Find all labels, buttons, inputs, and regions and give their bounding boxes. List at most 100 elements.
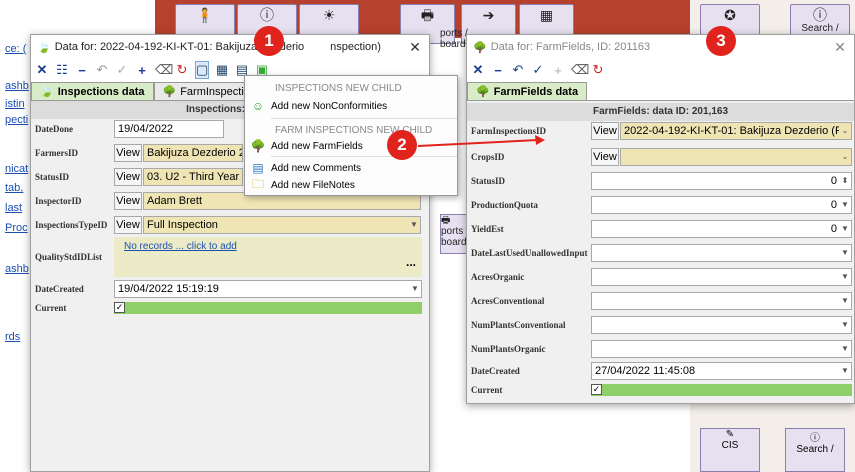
- refresh-icon[interactable]: ↻: [175, 62, 189, 78]
- num-plants-conventional-field[interactable]: ▼: [591, 316, 852, 334]
- info-icon: ⓘ: [813, 7, 827, 23]
- row-num-plants-organic: NumPlantsOrganic: [467, 339, 546, 359]
- yield-est-label: YieldEst: [471, 224, 504, 234]
- inspections-type-view-button[interactable]: View: [114, 216, 142, 234]
- search-button-bottom[interactable]: ⓘ Search /: [785, 428, 845, 472]
- spinner-icon[interactable]: ⬍: [839, 173, 851, 189]
- yield-est-field[interactable]: 0 ▼: [591, 220, 852, 238]
- acres-organic-label: AcresOrganic: [471, 272, 525, 282]
- date-created-field[interactable]: 19/04/2022 15:19:19 ▼: [114, 280, 422, 298]
- menu-add-farmfields[interactable]: 🌳 Add new FarmFields: [245, 136, 457, 156]
- row-farmers-id: FarmersID: [31, 143, 78, 163]
- farmfields-dialog: 🌳 Data for: FarmFields, ID: 201163 ✕ ✕ −…: [466, 34, 855, 404]
- inspector-view-button[interactable]: View: [114, 192, 142, 210]
- bg-link-9[interactable]: ashb: [5, 263, 29, 275]
- app-icon: 🍃: [37, 41, 51, 54]
- farmers-view-button[interactable]: View: [114, 144, 142, 162]
- chevron-down-icon[interactable]: ▼: [408, 217, 420, 233]
- eraser-icon[interactable]: ⌫: [571, 62, 589, 78]
- chevron-down-icon[interactable]: ⌄: [839, 123, 851, 139]
- print-icon: 🖶: [441, 215, 451, 226]
- bg-link-5[interactable]: nicat: [5, 163, 28, 175]
- chevron-down-icon[interactable]: ⌄: [839, 149, 851, 165]
- chevron-down-icon[interactable]: ▼: [839, 197, 851, 213]
- close-icon[interactable]: ✕: [826, 39, 854, 56]
- bg-link-6[interactable]: tab,: [5, 182, 23, 194]
- inspection-dialog-titlebar: 🍃 Data for: 2022-04-192-KI-KT-01: Bakiju…: [31, 35, 429, 59]
- close-icon[interactable]: ✕: [401, 39, 429, 56]
- current-checkbox[interactable]: ✓: [114, 302, 125, 313]
- cis-button[interactable]: ✎ CIS: [700, 428, 760, 472]
- num-plants-organic-field[interactable]: ▼: [591, 340, 852, 358]
- undo-icon[interactable]: ↶: [95, 62, 109, 78]
- list-icon[interactable]: ☷: [55, 62, 69, 78]
- chevron-down-icon[interactable]: ▼: [839, 221, 851, 237]
- current-checkbox[interactable]: ✓: [591, 384, 602, 395]
- minus-icon[interactable]: −: [491, 63, 505, 78]
- folder-icon: 🗀: [251, 176, 264, 191]
- bg-link-7[interactable]: last: [5, 202, 22, 214]
- farmfields-header: FarmFields: data ID: 201,163: [467, 103, 854, 121]
- acres-conventional-field[interactable]: ▼: [591, 292, 852, 310]
- row-farm-inspections-id: FarmInspectionsID: [467, 121, 546, 141]
- chevron-down-icon[interactable]: ▼: [409, 281, 421, 297]
- bg-link-10[interactable]: rds: [5, 331, 20, 343]
- tree-icon: 🌳: [250, 139, 266, 153]
- row-acres-organic: AcresOrganic: [467, 267, 524, 287]
- status-id-spinner[interactable]: 0 ⬍: [591, 172, 852, 190]
- tab-farmfields-data[interactable]: 🌳 FarmFields data: [467, 82, 588, 100]
- menu-add-filenotes[interactable]: 🗀 Add new FileNotes: [245, 175, 457, 195]
- row-date-done: DateDone: [31, 119, 73, 139]
- production-quota-field[interactable]: 0 ▼: [591, 196, 852, 214]
- eraser-icon[interactable]: ⌫: [155, 62, 173, 78]
- minus-icon[interactable]: −: [75, 63, 89, 78]
- tree-icon: 🌳: [473, 41, 487, 54]
- tab-inspections-data[interactable]: 🍃 Inspections data: [31, 82, 154, 100]
- bg-link-1[interactable]: ce: (: [5, 43, 26, 55]
- menu-separator: [271, 156, 457, 157]
- chevron-down-icon[interactable]: ▼: [839, 269, 851, 285]
- bg-link-4[interactable]: pecti: [5, 114, 28, 126]
- plus-icon[interactable]: +: [135, 63, 149, 78]
- delete-icon[interactable]: ✕: [35, 62, 49, 78]
- status-id-label: StatusID: [35, 172, 70, 182]
- crops-id-field[interactable]: ⌄: [620, 148, 852, 166]
- more-options-icon[interactable]: ...: [406, 255, 416, 269]
- quality-std-list[interactable]: No records ... click to add ...: [114, 237, 422, 277]
- status-id-field[interactable]: 03. U2 - Third Year Or: [143, 168, 243, 186]
- chevron-down-icon[interactable]: ▼: [839, 317, 851, 333]
- farm-inspections-id-field[interactable]: 2022-04-192-KI-KT-01: Bakijuza Dezderio …: [620, 122, 852, 140]
- grid-icon[interactable]: ▦: [215, 62, 229, 78]
- status-view-button[interactable]: View: [114, 168, 142, 186]
- bg-link-3[interactable]: istin: [5, 98, 25, 110]
- leaf-icon: 🍃: [40, 86, 54, 98]
- date-last-used-field[interactable]: ▼: [591, 244, 852, 262]
- current-label: Current: [471, 385, 503, 395]
- plus-icon[interactable]: +: [551, 63, 565, 78]
- crops-view-button[interactable]: View: [591, 148, 619, 166]
- chevron-down-icon[interactable]: ▼: [839, 293, 851, 309]
- acres-organic-field[interactable]: ▼: [591, 268, 852, 286]
- delete-icon[interactable]: ✕: [471, 62, 485, 78]
- quality-std-add-link[interactable]: No records ... click to add: [124, 241, 237, 252]
- chevron-down-icon[interactable]: ▼: [839, 341, 851, 357]
- bg-link-8[interactable]: Proc: [5, 222, 28, 234]
- bg-link-2[interactable]: ashb: [5, 80, 29, 92]
- inspections-type-field[interactable]: Full Inspection ▼: [143, 216, 421, 234]
- new-child-icon[interactable]: ▢: [195, 61, 209, 79]
- info-icon: ⓘ: [260, 7, 274, 23]
- menu-add-nonconformities[interactable]: ☺ Add new NonConformities: [245, 96, 457, 116]
- date-last-used-label: DateLastUsedUnallowedInput: [471, 248, 588, 258]
- refresh-icon[interactable]: ↻: [591, 62, 605, 78]
- row-acres-conventional: AcresConventional: [467, 291, 544, 311]
- undo-icon[interactable]: ↶: [511, 62, 525, 78]
- date-done-field[interactable]: 19/04/2022: [114, 120, 224, 138]
- chevron-down-icon[interactable]: ▼: [839, 363, 851, 379]
- chevron-down-icon[interactable]: ▼: [839, 245, 851, 261]
- date-created-field[interactable]: 27/04/2022 11:45:08 ▼: [591, 362, 852, 380]
- farm-inspections-view-button[interactable]: View: [591, 122, 619, 140]
- farmers-id-field[interactable]: Bakijuza Dezderio 2-K: [143, 144, 243, 162]
- check-icon[interactable]: ✓: [531, 62, 545, 78]
- check-icon[interactable]: ✓: [115, 62, 129, 78]
- row-inspector-id: InspectorID: [31, 191, 82, 211]
